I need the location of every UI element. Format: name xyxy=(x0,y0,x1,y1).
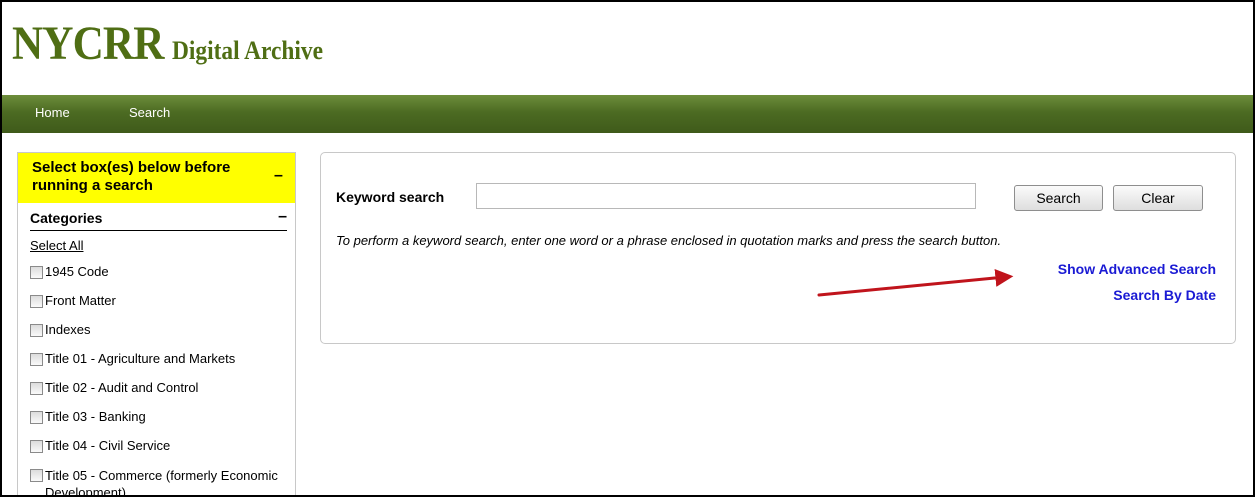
category-checkbox[interactable] xyxy=(30,469,43,482)
category-label: Title 04 - Civil Service xyxy=(45,438,171,453)
browser-frame: NYCRR Digital Archive Home Search Select… xyxy=(0,0,1255,497)
category-item[interactable]: Indexes xyxy=(30,321,292,350)
select-all-link[interactable]: Select All xyxy=(30,238,83,253)
logo-title: NYCRR xyxy=(12,17,164,70)
category-item[interactable]: Front Matter xyxy=(30,292,292,321)
category-checkbox[interactable] xyxy=(30,411,43,424)
category-item[interactable]: Title 04 - Civil Service xyxy=(30,437,292,466)
categories-collapse-button[interactable]: – xyxy=(278,208,287,226)
category-item[interactable]: Title 03 - Banking xyxy=(30,408,292,437)
keyword-search-input[interactable] xyxy=(476,183,976,209)
site-header: NYCRR Digital Archive xyxy=(2,2,1253,95)
search-button[interactable]: Search xyxy=(1014,185,1103,211)
category-label: Title 02 - Audit and Control xyxy=(45,380,199,395)
select-box-alert: Select box(es) below before running a se… xyxy=(18,153,295,203)
category-checkbox[interactable] xyxy=(30,353,43,366)
category-label: 1945 Code xyxy=(45,264,109,279)
category-item[interactable]: 1945 Code xyxy=(30,263,292,292)
category-checkbox[interactable] xyxy=(30,324,43,337)
category-checkbox[interactable] xyxy=(30,440,43,453)
main-nav: Home Search xyxy=(2,95,1253,133)
nav-search-link[interactable]: Search xyxy=(129,105,170,120)
category-label: Title 05 - Commerce (formerly Economic D… xyxy=(45,468,278,497)
clear-button[interactable]: Clear xyxy=(1113,185,1203,211)
keyword-search-label: Keyword search xyxy=(336,189,445,205)
site-logo[interactable]: NYCRR Digital Archive xyxy=(12,20,339,68)
category-checkbox[interactable] xyxy=(30,295,43,308)
category-item[interactable]: Title 05 - Commerce (formerly Economic D… xyxy=(30,466,292,495)
category-checkbox[interactable] xyxy=(30,382,43,395)
category-checkbox[interactable] xyxy=(30,266,43,279)
category-item[interactable]: Title 02 - Audit and Control xyxy=(30,379,292,408)
show-advanced-search-link[interactable]: Show Advanced Search xyxy=(1058,261,1216,277)
logo-subtitle: Digital Archive xyxy=(171,36,323,65)
search-by-date-link[interactable]: Search By Date xyxy=(1113,287,1216,303)
category-list: 1945 Code Front Matter Indexes Title 01 … xyxy=(30,263,292,495)
alert-text: Select box(es) below before running a se… xyxy=(32,159,231,194)
category-label: Indexes xyxy=(45,322,91,337)
keyword-search-hint: To perform a keyword search, enter one w… xyxy=(336,233,1002,248)
category-label: Title 01 - Agriculture and Markets xyxy=(45,351,236,366)
alert-collapse-button[interactable]: – xyxy=(274,167,283,185)
category-item[interactable]: Title 01 - Agriculture and Markets xyxy=(30,350,292,379)
category-label: Title 03 - Banking xyxy=(45,409,146,424)
nav-home-link[interactable]: Home xyxy=(35,105,70,120)
category-label: Front Matter xyxy=(45,293,116,308)
category-sidebar: Select box(es) below before running a se… xyxy=(17,152,296,495)
categories-header: Categories – xyxy=(30,208,287,231)
keyword-search-panel: Keyword search Search Clear To perform a… xyxy=(320,152,1236,344)
categories-label: Categories xyxy=(30,210,103,226)
